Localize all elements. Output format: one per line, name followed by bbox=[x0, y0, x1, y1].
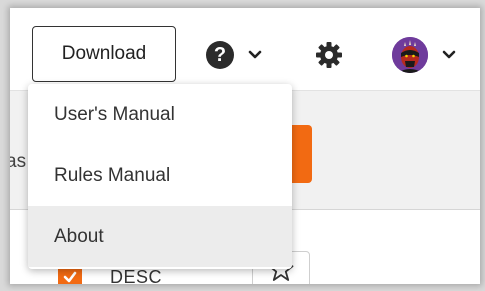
gear-icon[interactable] bbox=[314, 40, 344, 70]
partial-text: as bbox=[10, 151, 27, 172]
chevron-down-icon bbox=[248, 48, 262, 62]
help-menu-toggle[interactable]: ? bbox=[206, 40, 268, 70]
menu-item-about[interactable]: About bbox=[28, 206, 292, 267]
user-avatar bbox=[392, 37, 428, 73]
menu-item-rules-manual[interactable]: Rules Manual bbox=[28, 145, 292, 206]
sort-direction-label: DESC bbox=[110, 267, 163, 284]
help-dropdown-menu: User's Manual Rules Manual About bbox=[28, 84, 292, 269]
chevron-down-icon bbox=[442, 48, 456, 62]
question-circle-icon: ? bbox=[206, 41, 234, 69]
download-button[interactable]: Download bbox=[32, 26, 176, 82]
user-menu-toggle[interactable] bbox=[392, 36, 462, 74]
top-toolbar: Download ? bbox=[10, 8, 480, 90]
menu-item-users-manual[interactable]: User's Manual bbox=[28, 84, 292, 145]
app-frame: Download ? as DESC User's Manual Rules M… bbox=[10, 8, 480, 284]
